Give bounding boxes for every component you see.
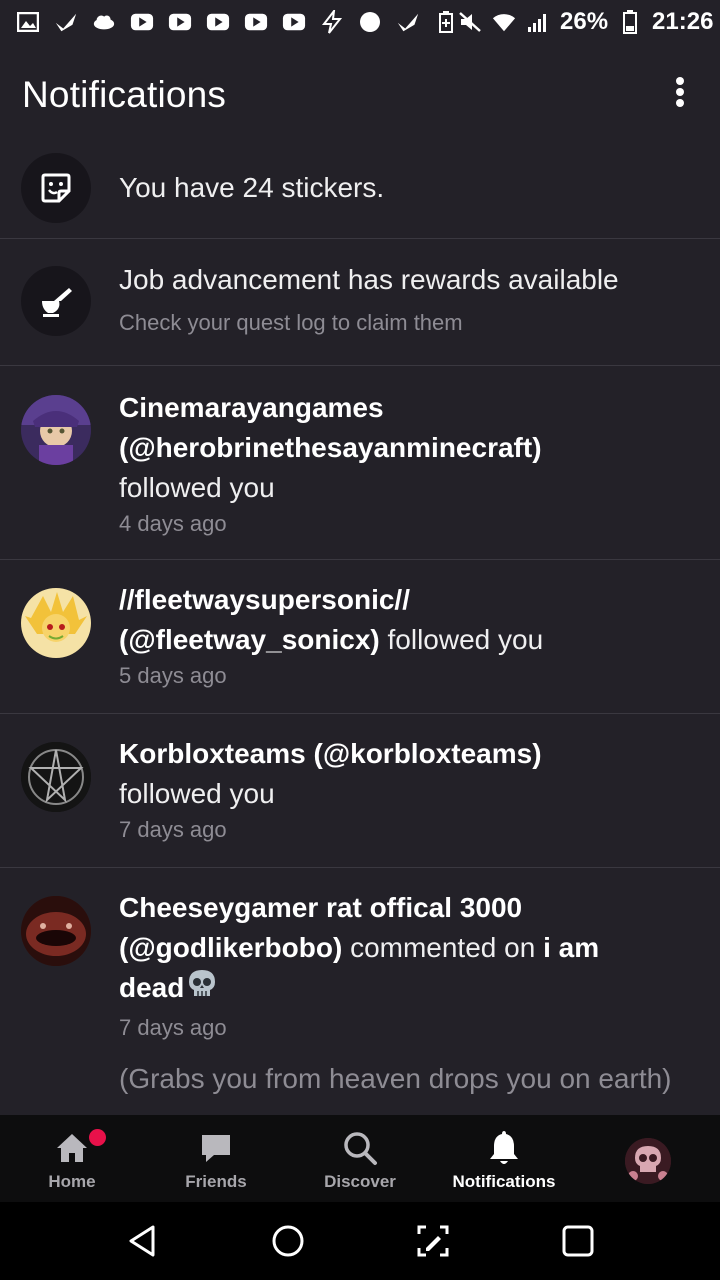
battery-saver-icon — [434, 11, 458, 33]
system-nav-bar — [0, 1202, 720, 1280]
comment-preview: (Grabs you from heaven drops you on eart… — [119, 1063, 672, 1095]
status-bar: 26% 21:26 — [0, 0, 720, 44]
notification-message: Cheeseygamer rat offical 3000 (@godlikerb… — [119, 888, 696, 1011]
youtube-icon — [282, 11, 306, 33]
recents-button[interactable] — [548, 1211, 608, 1271]
status-system-icons: 26% 21:26 — [458, 8, 713, 36]
tab-label: Friends — [185, 1172, 247, 1191]
chat-bubble-icon — [196, 1128, 236, 1168]
notification-action: followed you — [387, 624, 544, 655]
avatar[interactable] — [21, 896, 91, 966]
recents-icon — [562, 1225, 593, 1257]
tab-label: Discover — [324, 1172, 396, 1191]
profile-avatar — [625, 1138, 671, 1184]
notification-follow[interactable]: //fleetwaysupersonic// (@fleetway_sonicx)… — [0, 560, 720, 714]
page-title: Notifications — [22, 74, 227, 115]
notification-list: You have 24 stickers. Job advancement ha… — [0, 138, 720, 1116]
notification-stickers[interactable]: You have 24 stickers. — [0, 138, 720, 239]
status-notification-icons — [16, 10, 458, 34]
notification-time: 5 days ago — [119, 663, 227, 688]
battery-percent: 26% — [560, 8, 609, 35]
post-title[interactable]: i am — [543, 932, 599, 963]
sticker-icon — [21, 153, 91, 223]
bottom-nav: Home Friends Discover Notifications — [0, 1115, 720, 1202]
app-icon — [396, 11, 420, 33]
youtube-icon — [244, 11, 268, 33]
tab-discover[interactable]: Discover — [288, 1115, 432, 1202]
notification-follow[interactable]: Cinemarayangames (@herobrinethesayanminec… — [0, 366, 720, 560]
signal-icon — [526, 11, 550, 33]
tab-friends[interactable]: Friends — [144, 1115, 288, 1202]
notification-action: followed you — [119, 778, 275, 809]
bell-icon — [484, 1128, 524, 1168]
user-handle[interactable]: (@godlikerbobo) — [119, 932, 342, 963]
quest-icon — [21, 266, 91, 336]
wifi-icon — [492, 11, 516, 33]
notification-time: 4 days ago — [119, 511, 227, 536]
post-title-continued[interactable]: dead — [119, 972, 184, 1003]
notification-comment[interactable]: Cheeseygamer rat offical 3000 (@godlikerb… — [0, 868, 720, 1116]
back-icon — [129, 1225, 154, 1257]
avatar[interactable] — [21, 395, 91, 465]
circle-icon — [358, 11, 382, 33]
search-icon — [340, 1128, 380, 1168]
user-name[interactable]: //fleetwaysupersonic// — [119, 584, 410, 615]
tab-home[interactable]: Home — [0, 1115, 144, 1202]
avatar[interactable] — [21, 742, 91, 812]
tab-notifications[interactable]: Notifications — [432, 1115, 576, 1202]
notification-text: You have 24 stickers. — [119, 172, 385, 203]
notification-message: Korbloxteams (@korbloxteams) followed you — [119, 734, 696, 814]
notification-follow[interactable]: Korbloxteams (@korbloxteams) followed you… — [0, 714, 720, 868]
notification-time: 7 days ago — [119, 1015, 227, 1041]
home-button[interactable] — [258, 1211, 318, 1271]
user-handle[interactable]: (@fleetway_sonicx) — [119, 624, 380, 655]
youtube-icon — [168, 11, 192, 33]
notification-badge — [89, 1129, 106, 1146]
screenshot-edit-button[interactable] — [403, 1211, 463, 1271]
more-options-button[interactable] — [666, 72, 694, 112]
home-icon — [52, 1128, 92, 1168]
notification-action: commented on — [350, 932, 536, 963]
user-handle[interactable]: (@herobrinethesayanminecraft) — [119, 432, 542, 463]
avatar[interactable] — [21, 588, 91, 658]
notification-job-advancement[interactable]: Job advancement has rewards available Ch… — [0, 239, 720, 366]
notification-action: followed you — [119, 472, 275, 503]
user-name[interactable]: Korbloxteams (@korbloxteams) — [119, 738, 542, 769]
mute-icon — [458, 11, 482, 33]
notification-subtitle: Check your quest log to claim them — [119, 310, 463, 335]
notification-title: Job advancement has rewards available — [119, 264, 619, 295]
notification-time: 7 days ago — [119, 817, 227, 842]
home-circle-icon — [272, 1225, 303, 1257]
gallery-icon — [16, 11, 40, 33]
app-header: Notifications — [0, 44, 720, 144]
screenshot-edit-icon — [417, 1225, 448, 1257]
notification-message: //fleetwaysupersonic// (@fleetway_sonicx)… — [119, 580, 696, 660]
bolt-icon — [320, 10, 344, 34]
notification-message: Cinemarayangames (@herobrinethesayanminec… — [119, 388, 696, 508]
app-icon — [54, 11, 78, 33]
clock: 21:26 — [652, 8, 714, 35]
tab-label: Notifications — [452, 1172, 556, 1191]
user-name[interactable]: Cheeseygamer rat offical 3000 — [119, 892, 522, 923]
user-name[interactable]: Cinemarayangames — [119, 392, 384, 423]
youtube-icon — [206, 11, 230, 33]
tab-profile[interactable] — [576, 1115, 720, 1202]
battery-icon — [618, 10, 642, 34]
cloud-icon — [92, 11, 116, 33]
back-button[interactable] — [113, 1211, 173, 1271]
tab-label: Home — [48, 1172, 96, 1191]
skull-icon — [187, 968, 217, 1011]
more-options-icon — [676, 77, 684, 85]
youtube-icon — [130, 11, 154, 33]
